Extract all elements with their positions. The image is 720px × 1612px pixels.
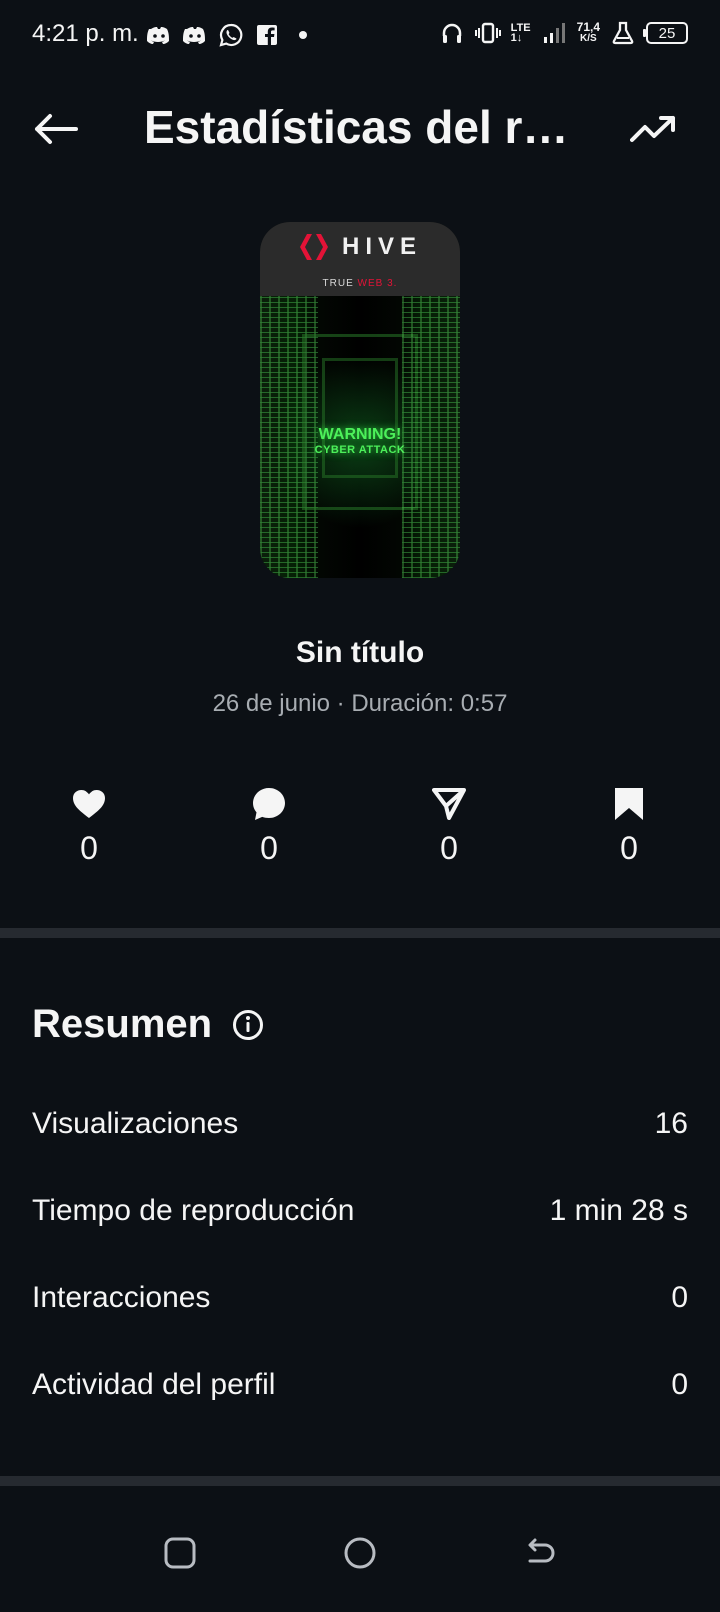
metric-row-views: Visualizaciones 16 [32, 1104, 688, 1144]
top-header: Estadísticas del re... [0, 82, 720, 174]
reel-title: Sin título [295, 636, 425, 669]
dot-icon [290, 22, 316, 48]
metric-row-interactions[interactable]: Interacciones 0 [32, 1278, 688, 1318]
metric-value: 0 [671, 1281, 688, 1314]
notification-icons [146, 22, 316, 48]
saves-count: 0 [620, 830, 638, 866]
status-bar: 4:21 p. m. LTE 1↓ 71,4 K/S 25 [0, 0, 720, 72]
lte-indicator: LTE 1↓ [510, 22, 531, 44]
metric-value: 0 [671, 1368, 688, 1401]
corridor-frame-inner [322, 358, 398, 478]
trend-up-icon [630, 116, 675, 142]
lab-icon [610, 20, 636, 46]
hive-brand-text: HIVE [342, 233, 423, 260]
signal-icon [541, 20, 567, 46]
trend-button[interactable] [626, 102, 680, 156]
comments-count: 0 [260, 830, 278, 866]
comment-icon [251, 786, 287, 822]
shares-stat: 0 [394, 786, 504, 866]
system-back-button[interactable] [513, 1526, 567, 1580]
metric-value: 1 min 28 s [549, 1194, 688, 1227]
reel-meta: 26 de junio · Duración: 0:57 [212, 690, 508, 717]
back-button[interactable] [28, 102, 82, 156]
recent-apps-icon [164, 1537, 196, 1569]
headphones-icon [439, 20, 465, 46]
shares-count: 0 [440, 830, 458, 866]
back-icon [528, 1538, 555, 1563]
metric-value: 16 [654, 1107, 688, 1140]
comments-stat: 0 [214, 786, 324, 866]
home-icon [344, 1537, 376, 1569]
saves-stat: 0 [574, 786, 684, 866]
metric-label: Actividad del perfil [32, 1368, 276, 1401]
vibrate-icon [474, 20, 501, 46]
facebook-icon [254, 22, 280, 48]
hive-logo-icon [300, 234, 328, 260]
likes-stat: 0 [34, 786, 144, 866]
whatsapp-icon [218, 22, 244, 48]
discord-icon [146, 22, 172, 48]
metric-row-profile-activity[interactable]: Actividad del perfil 0 [32, 1365, 688, 1405]
likes-count: 0 [80, 830, 98, 866]
heart-icon [71, 786, 107, 822]
home-button[interactable] [333, 1526, 387, 1580]
reel-thumbnail[interactable]: HIVE TRUE WEB 3. WARNING! CYBER ATTACK [260, 222, 460, 578]
metric-label: Visualizaciones [32, 1107, 239, 1140]
network-speed: 71,4 K/S [576, 20, 600, 44]
hive-logo: HIVE [298, 232, 422, 262]
status-time: 4:21 p. m. [32, 20, 139, 47]
system-status-icons: LTE 1↓ 71,4 K/S 25 [439, 20, 688, 46]
thumbnail-banner: HIVE TRUE WEB 3. [260, 222, 460, 296]
metric-row-watch-time: Tiempo de reproducción 1 min 28 s [32, 1191, 688, 1231]
hive-tagline: TRUE WEB 3. [322, 278, 398, 289]
info-icon[interactable] [232, 1009, 264, 1041]
engagement-stats: 0 0 0 0 [0, 786, 720, 882]
cyber-attack-image: WARNING! CYBER ATTACK [260, 296, 460, 578]
battery-icon: 25 [643, 22, 688, 44]
discord-icon [182, 22, 208, 48]
section-divider [0, 1476, 720, 1486]
summary-heading: Resumen [32, 1002, 264, 1047]
arrow-left-icon [35, 114, 78, 144]
system-navigation-bar [0, 1490, 720, 1612]
recent-apps-button[interactable] [153, 1526, 207, 1580]
send-icon [431, 786, 467, 822]
page-title: Estadísticas del re... [144, 101, 576, 153]
bookmark-icon [611, 786, 647, 822]
summary-title: Resumen [32, 1002, 213, 1046]
metric-label: Interacciones [32, 1281, 211, 1314]
section-divider [0, 928, 720, 938]
metric-label: Tiempo de reproducción [32, 1194, 355, 1227]
warning-text: WARNING! CYBER ATTACK [314, 426, 406, 456]
